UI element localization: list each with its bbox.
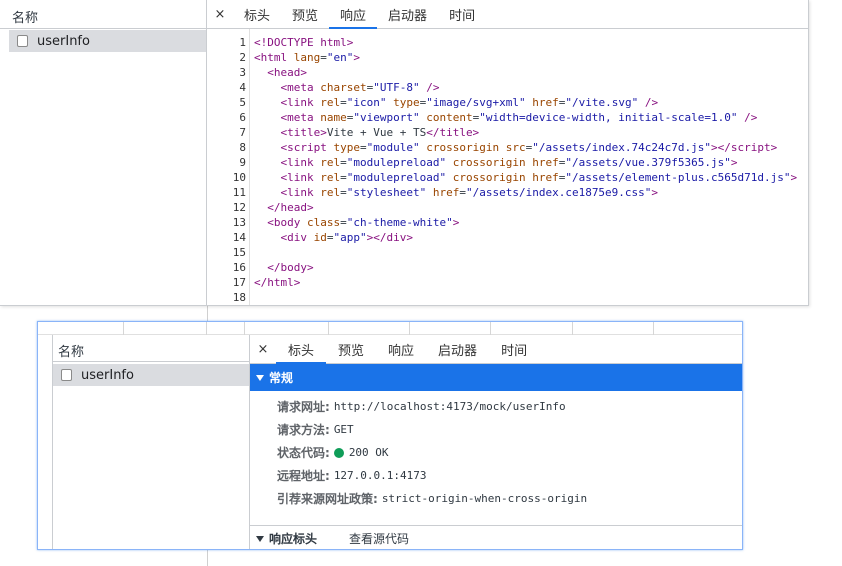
code-line: 1 <!DOCTYPE html>: [239, 36, 354, 49]
code-line: 16 </body>: [232, 261, 314, 274]
request-name: userInfo: [81, 367, 134, 383]
tab-timing[interactable]: 时间: [438, 0, 486, 28]
referrer-policy-label: 引荐来源网址政策:: [277, 492, 378, 506]
code-line: 8 <script type="module" crossorigin src=…: [239, 141, 778, 154]
ruler-tick: [409, 322, 410, 335]
ruler-tick: [206, 322, 207, 335]
ruler-tick: [123, 322, 124, 335]
code-line: 14 <div id="app"></div>: [232, 231, 413, 244]
request-row-userinfo[interactable]: userInfo: [9, 30, 206, 52]
request-url-label: 请求网址:: [277, 400, 330, 414]
request-row-userinfo[interactable]: userInfo: [53, 364, 249, 386]
general-section-title: 常规: [269, 371, 294, 385]
remote-address-row: 远程地址: 127.0.0.1:4173: [250, 464, 742, 487]
status-code-label: 状态代码:: [277, 446, 330, 460]
referrer-policy-row: 引荐来源网址政策: strict-origin-when-cross-origi…: [250, 487, 742, 510]
disclosure-triangle-icon: [256, 535, 264, 542]
response-headers-title: 响应标头: [269, 532, 318, 546]
status-code-text: 200 OK: [348, 446, 389, 459]
tab-preview[interactable]: 预览: [281, 0, 329, 28]
tab-initiator[interactable]: 启动器: [426, 335, 489, 363]
code-line: 10 <link rel="modulepreload" crossorigin…: [232, 171, 798, 184]
detail-tabbar: × 标头 预览 响应 启动器 时间: [250, 335, 742, 364]
timeline-ruler: [38, 322, 742, 335]
code-line: 18: [232, 291, 246, 304]
general-section-header[interactable]: 常规: [250, 364, 742, 391]
tab-timing[interactable]: 时间: [489, 335, 539, 363]
status-dot-icon: [333, 447, 344, 458]
tab-headers[interactable]: 标头: [233, 0, 281, 28]
ruler-tick: [653, 322, 654, 335]
close-icon[interactable]: ×: [250, 335, 276, 363]
ruler-tick: [328, 322, 329, 335]
ruler-tick: [244, 322, 245, 335]
code-line: 12 </head>: [232, 201, 314, 214]
request-list-header[interactable]: 名称: [53, 335, 249, 362]
code-line: 2 <html lang="en">: [239, 51, 360, 64]
tab-response[interactable]: 响应: [376, 335, 426, 363]
code-line: 9 <link rel="modulepreload" crossorigin …: [239, 156, 738, 169]
request-list: 名称 userInfo: [0, 0, 207, 305]
tab-headers[interactable]: 标头: [276, 335, 327, 364]
request-method-value[interactable]: GET: [334, 423, 354, 436]
request-list: 名称 userInfo: [52, 335, 250, 549]
code-line: 15: [232, 246, 246, 259]
referrer-policy-value[interactable]: strict-origin-when-cross-origin: [382, 492, 587, 505]
status-code-value[interactable]: 200 OK: [333, 446, 389, 459]
status-code-row: 状态代码: 200 OK: [250, 441, 742, 464]
devtools-headers-panel: 名称 userInfo × 标头 预览 响应 启动器 时间 常规 请求网址: h…: [37, 321, 743, 550]
detail-tabbar: × 标头 预览 响应 启动器 时间: [207, 0, 808, 29]
devtools-response-panel: 名称 userInfo × 标头 预览 响应 启动器 时间 1 <!DOCTYPE…: [0, 0, 809, 306]
request-url-value[interactable]: http://localhost:4173/mock/userInfo: [334, 400, 566, 413]
tab-response[interactable]: 响应: [329, 0, 378, 29]
code-line: 17 </html>: [232, 276, 301, 289]
ruler-tick: [490, 322, 491, 335]
tab-initiator[interactable]: 启动器: [377, 0, 438, 28]
response-source-viewer[interactable]: 1 <!DOCTYPE html> 2 <html lang="en"> 3 <he…: [207, 29, 808, 305]
request-method-row: 请求方法: GET: [250, 418, 742, 441]
tab-preview[interactable]: 预览: [326, 335, 376, 363]
code-line: 4 <meta charset="UTF-8" />: [239, 81, 440, 94]
headers-detail: × 标头 预览 响应 启动器 时间 常规 请求网址: http://localh…: [250, 335, 742, 549]
code-line: 5 <link rel="icon" type="image/svg+xml" …: [239, 96, 659, 109]
close-icon[interactable]: ×: [207, 0, 233, 28]
request-list-header[interactable]: 名称: [0, 0, 206, 29]
code-line: 11 <link rel="stylesheet" href="/assets/…: [232, 186, 659, 199]
disclosure-triangle-icon: [256, 374, 264, 381]
remote-address-value[interactable]: 127.0.0.1:4173: [334, 469, 427, 482]
request-name: userInfo: [37, 33, 90, 49]
code-line: 6 <meta name="viewport" content="width=d…: [239, 111, 758, 124]
response-headers-section: 响应标头 查看源代码: [250, 525, 742, 551]
request-method-label: 请求方法:: [277, 423, 330, 437]
checkbox-icon[interactable]: [61, 369, 72, 381]
ruler-tick: [572, 322, 573, 335]
code-line: 7 <title>Vite + Vue + TS</title>: [239, 126, 480, 139]
view-source-link[interactable]: 查看源代码: [349, 530, 409, 547]
request-url-row: 请求网址: http://localhost:4173/mock/userInf…: [250, 395, 742, 418]
response-headers-toggle[interactable]: 响应标头: [256, 530, 317, 547]
remote-address-label: 远程地址:: [277, 469, 330, 483]
code-line: 13 <body class="ch-theme-white">: [232, 216, 460, 229]
checkbox-icon[interactable]: [17, 35, 28, 47]
code-line: 3 <head>: [239, 66, 307, 79]
